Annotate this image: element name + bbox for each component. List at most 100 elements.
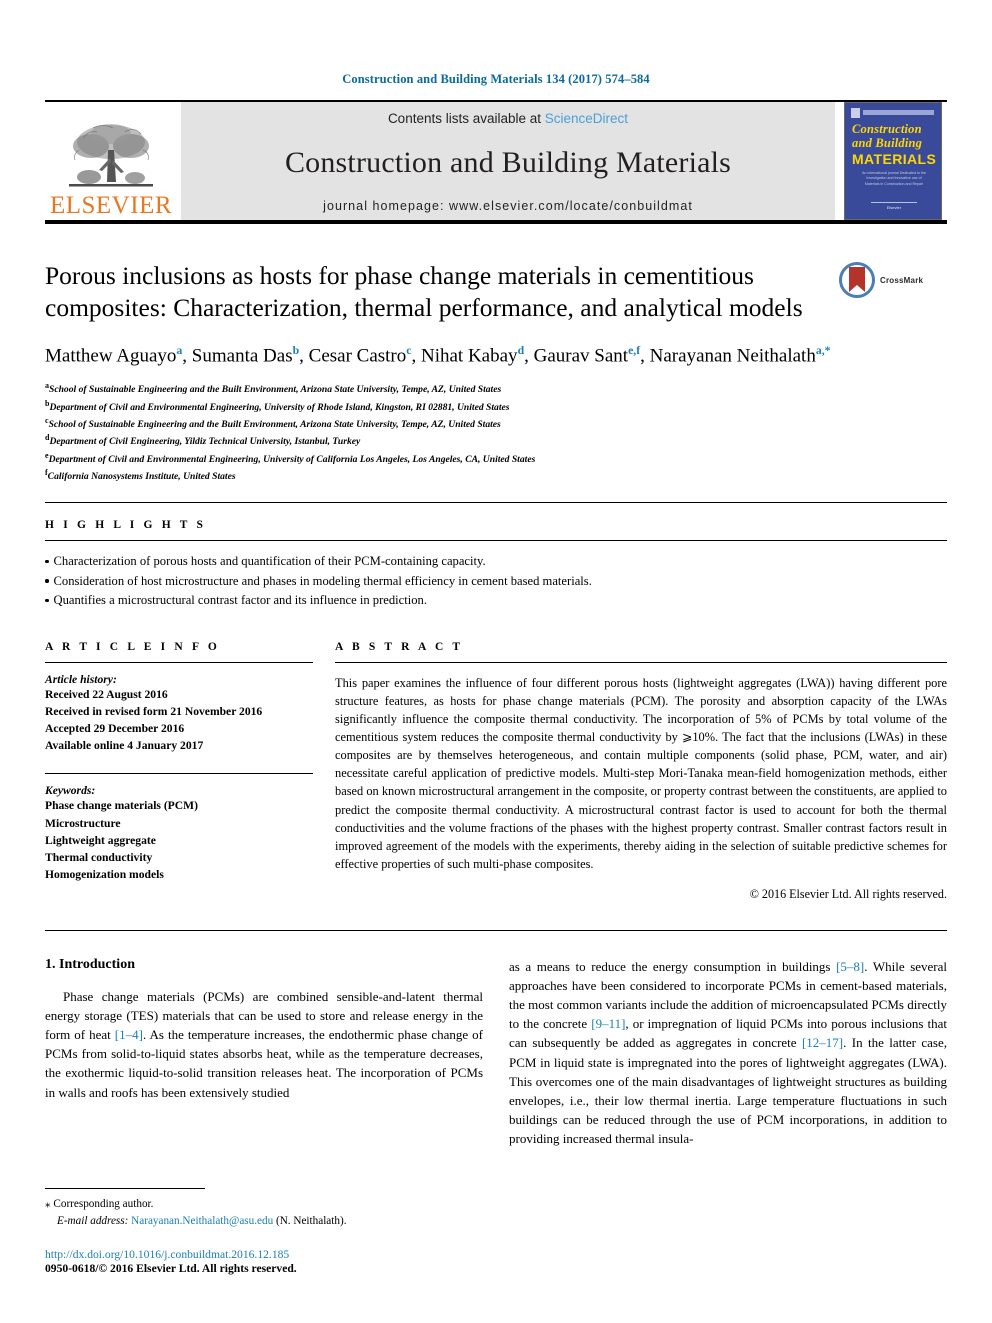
page-title: Porous inclusions as hosts for phase cha… [45, 261, 803, 323]
article-history-item: Received 22 August 2016 [45, 687, 168, 701]
author-affiliation-mark: b [292, 344, 300, 358]
affiliation-item: bDepartment of Civil and Environmental E… [45, 398, 947, 415]
cover-footer: Elsevier [871, 202, 917, 210]
bullet-icon [45, 598, 49, 603]
intro-paragraph-left: Phase change materials (PCMs) are combin… [45, 987, 483, 1102]
article-history-label: Article history: [45, 672, 117, 686]
corresponding-email-link[interactable]: Narayanan.Neithalath@asu.edu [131, 1215, 273, 1227]
affiliation-text: School of Sustainable Engineering and th… [48, 419, 501, 431]
masthead-bottom-rule [45, 220, 947, 224]
article-info-spacer [45, 754, 313, 769]
affiliation-rule [45, 502, 947, 504]
masthead-center: Contents lists available at ScienceDirec… [181, 102, 835, 220]
crossmark-badge[interactable]: CrossMark [839, 260, 947, 298]
sciencedirect-link[interactable]: ScienceDirect [545, 111, 628, 126]
highlights-rule [45, 540, 947, 542]
section-title-introduction: 1. Introduction [45, 957, 135, 973]
citation-ref-5-8[interactable]: [5–8] [836, 959, 864, 974]
highlight-text: Consideration of host microstructure and… [53, 573, 592, 588]
issn-copyright-line: 0950-0618/© 2016 Elsevier Ltd. All right… [45, 1262, 297, 1275]
keyword-item[interactable]: Thermal conductivity [45, 849, 313, 866]
running-head: Construction and Building Materials 134 … [342, 72, 650, 86]
affiliation-text: California Nanosystems Institute, United… [47, 471, 236, 483]
keyword-item[interactable]: Phase change materials (PCM) [45, 797, 313, 814]
cover-elsevier-icon [851, 108, 860, 118]
affiliation-item: dDepartment of Civil Engineering, Yildiz… [45, 432, 947, 449]
bullet-icon [45, 579, 49, 583]
author-affiliation-mark: c [406, 344, 412, 358]
keyword-item[interactable]: Homogenization models [45, 866, 313, 883]
crossmark-label: CrossMark [880, 275, 924, 285]
elsevier-logo[interactable]: ELSEVIER [45, 102, 177, 220]
journal-homepage-link[interactable]: journal homepage: www.elsevier.com/locat… [323, 199, 693, 213]
page-footer-left: ⁎ Corresponding author. E-mail address: … [45, 1168, 495, 1275]
author-affiliation-mark: a [176, 344, 183, 358]
abstract-text: This paper examines the influence of fou… [335, 675, 947, 871]
affiliation-list: aSchool of Sustainable Engineering and t… [45, 380, 947, 484]
citation-ref-9-11[interactable]: [9–11] [591, 1016, 625, 1031]
author-name: Matthew Aguayo [45, 345, 177, 367]
citation-ref-12-17[interactable]: [12–17] [802, 1035, 843, 1050]
keyword-item[interactable]: Lightweight aggregate [45, 832, 313, 849]
article-history-item: Accepted 29 December 2016 [45, 722, 185, 736]
affiliation-item: aSchool of Sustainable Engineering and t… [45, 380, 947, 397]
corresponding-text: Corresponding author. [53, 1198, 154, 1211]
body-column-left: 1. Introduction Phase change materials (… [45, 957, 483, 1148]
author-name: Gaurav Sant [533, 345, 629, 367]
cover-title-line-3: MATERIALS [852, 151, 937, 167]
corresponding-mark: ⁎ [45, 1198, 51, 1211]
highlights-heading: H I G H L I G H T S [45, 519, 207, 532]
author-list: Matthew Aguayoa, Sumanta Dasb, Cesar Cas… [45, 344, 831, 367]
cover-blurb: An international journal Dedicated to th… [862, 171, 926, 186]
author-name: Sumanta Das [191, 345, 293, 367]
intro-paragraph-right: as a means to reduce the energy consumpt… [509, 957, 947, 1148]
journal-masthead: ELSEVIER Contents lists available at Sci… [45, 102, 947, 220]
journal-cover-thumbnail[interactable]: Construction and Building MATERIALS An i… [844, 102, 942, 220]
keyword-item[interactable]: Microstructure [45, 815, 313, 832]
highlights-list: Characterization of porous hosts and qua… [45, 552, 947, 611]
title-row: Porous inclusions as hosts for phase cha… [45, 260, 947, 324]
bullet-icon [45, 559, 49, 564]
affiliation-item: cSchool of Sustainable Engineering and t… [45, 415, 947, 432]
cover-top-bar [863, 110, 934, 115]
highlight-item: Quantifies a microstructural contrast fa… [45, 591, 947, 611]
affiliation-text: Department of Civil Engineering, Yildiz … [49, 436, 361, 448]
abstract-heading: A B S T R A C T [335, 640, 464, 653]
elsevier-wordmark: ELSEVIER [49, 192, 173, 219]
crossmark-icon [839, 262, 875, 298]
cover-title-line-2: and Building [852, 136, 923, 150]
info-abstract-row: A R T I C L E I N F O Article history: R… [45, 641, 947, 902]
footnote-rule [45, 1188, 205, 1190]
cover-title-line-1: Construction [852, 122, 922, 136]
affiliation-item: fCalifornia Nanosystems Institute, Unite… [45, 467, 947, 484]
article-history-item: Received in revised form 21 November 201… [45, 704, 263, 718]
abstract-copyright: © 2016 Elsevier Ltd. All rights reserved… [749, 887, 947, 902]
body-column-right: as a means to reduce the energy consumpt… [509, 957, 947, 1148]
keywords-rule [45, 773, 313, 775]
highlight-text: Quantifies a microstructural contrast fa… [53, 593, 427, 608]
affiliation-text: Department of Civil and Environmental En… [48, 453, 536, 465]
abstract-bottom-rule [45, 930, 947, 932]
abstract-column: A B S T R A C T This paper examines the … [335, 641, 947, 902]
author-name: Cesar Castro [308, 345, 407, 367]
affiliation-text: School of Sustainable Engineering and th… [49, 384, 502, 396]
article-info-column: A R T I C L E I N F O Article history: R… [45, 641, 335, 902]
highlight-item: Characterization of porous hosts and qua… [45, 552, 947, 572]
article-first-page: Construction and Building Materials 134 … [0, 0, 992, 1323]
abstract-rule [335, 661, 947, 663]
doi-block: http://dx.doi.org/10.1016/j.conbuildmat.… [45, 1248, 495, 1275]
elsevier-tree-icon [69, 124, 153, 187]
intro-right-part4: . In the latter case, PCM in liquid stat… [509, 1035, 947, 1147]
author-name: Narayanan Neithalath [649, 345, 816, 367]
corresponding-author-note: ⁎ Corresponding author. E-mail address: … [45, 1196, 495, 1230]
email-owner: (N. Neithalath). [275, 1215, 347, 1228]
doi-link[interactable]: http://dx.doi.org/10.1016/j.conbuildmat.… [45, 1248, 495, 1261]
highlight-text: Characterization of porous hosts and qua… [53, 554, 486, 569]
citation-ref-1-4[interactable]: [1–4] [115, 1027, 143, 1042]
keywords-label: Keywords: [45, 784, 96, 798]
article-history-list: Received 22 August 2016 Received in revis… [45, 686, 313, 755]
author-affiliation-mark: a,* [815, 344, 831, 358]
contents-available-line: Contents lists available at ScienceDirec… [388, 111, 628, 126]
highlight-item: Consideration of host microstructure and… [45, 572, 947, 592]
article-info-rule [45, 661, 313, 663]
